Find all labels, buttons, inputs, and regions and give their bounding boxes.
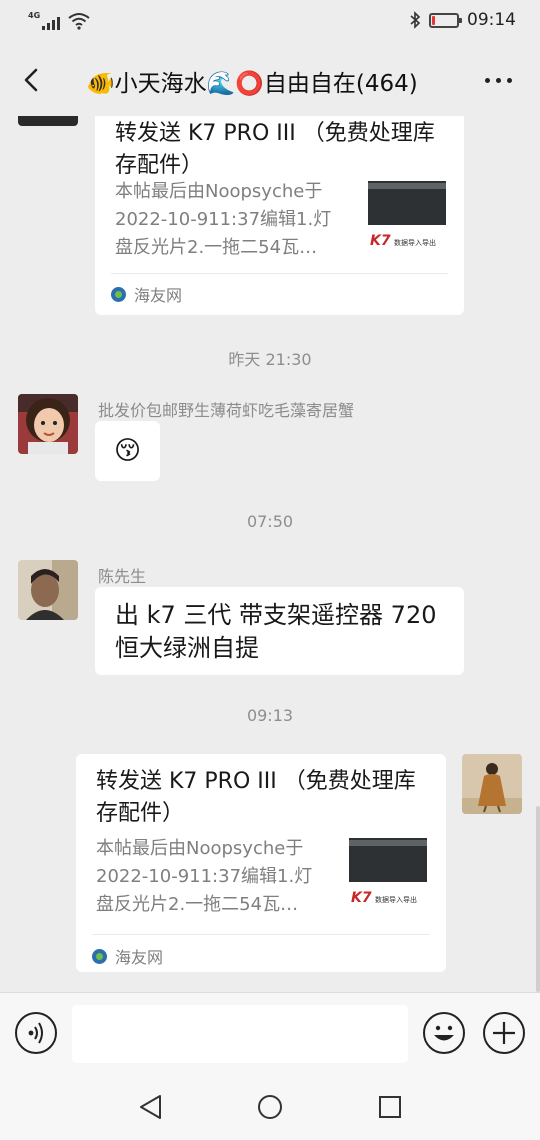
nav-back-button[interactable] xyxy=(136,1092,166,1122)
voice-icon xyxy=(28,1022,43,1044)
source-icon xyxy=(92,948,107,964)
input-bar xyxy=(0,992,540,1072)
voice-button[interactable] xyxy=(15,1012,57,1054)
sender-name: 陈先生 xyxy=(98,567,147,586)
man-avatar-image xyxy=(18,560,78,620)
card-source: 海友网 xyxy=(92,944,163,968)
message-input[interactable] xyxy=(72,1005,408,1063)
status-right: 09:14 xyxy=(409,10,516,30)
avatar[interactable] xyxy=(18,560,78,620)
status-bar: 4G 09:14 xyxy=(0,0,540,44)
signal-icon xyxy=(42,14,61,30)
card-description: 本帖最后由Noopsyche于 2022-10-911:37编辑1.灯 盘反光片… xyxy=(96,838,313,915)
nav-recents-icon xyxy=(379,1096,401,1118)
nav-recents-button[interactable] xyxy=(375,1092,405,1122)
plus-icon xyxy=(493,1022,515,1044)
avatar[interactable] xyxy=(462,754,522,814)
avatar[interactable] xyxy=(18,394,78,454)
avatar[interactable] xyxy=(18,116,78,126)
link-card[interactable]: 转发送 K7 PRO III （免费处理库存配件） 本帖最后由Noopsyche… xyxy=(76,754,446,972)
nav-home-button[interactable] xyxy=(255,1092,285,1122)
network-type: 4G xyxy=(28,11,41,20)
nav-back-icon xyxy=(140,1095,161,1119)
emoji-button[interactable] xyxy=(423,1012,465,1054)
card-title: 转发送 K7 PRO III （免费处理库存配件） xyxy=(96,769,416,826)
chat-area[interactable]: 转发送 K7 PRO III （免费处理库存配件） 本帖最后由Noopsyche… xyxy=(0,116,540,992)
source-icon xyxy=(111,286,126,302)
message-bubble[interactable]: 出 k7 三代 带支架遥控器 720 恒大绿洲自提 xyxy=(95,587,464,675)
timestamp: 昨天 21:30 xyxy=(228,350,312,369)
back-button[interactable] xyxy=(14,62,48,98)
status-time: 09:14 xyxy=(467,10,516,30)
chat-header: 🐠小天海水🌊⭕自由自在(464) xyxy=(0,44,540,116)
card-thumbnail: K7 数据导入导出 xyxy=(368,181,446,259)
card-thumbnail: K7 数据导入导出 xyxy=(349,838,427,916)
status-left: 4G xyxy=(28,11,90,30)
child-avatar-image xyxy=(18,394,78,454)
card-description: 本帖最后由Noopsyche于 2022-10-911:37编辑1.灯 盘反光片… xyxy=(115,181,332,258)
card-title: 转发送 K7 PRO III （免费处理库存配件） xyxy=(115,121,435,178)
emoji-icon xyxy=(434,1025,454,1041)
message-bubble[interactable]: 😚 xyxy=(95,421,160,481)
back-arrow-icon xyxy=(24,68,38,92)
nav-home-icon xyxy=(258,1095,282,1119)
bluetooth-icon xyxy=(410,11,421,29)
page-title: 🐠小天海水🌊⭕自由自在(464) xyxy=(86,71,418,97)
plus-button[interactable] xyxy=(483,1012,525,1054)
card-divider xyxy=(111,273,448,274)
timestamp: 09:13 xyxy=(246,706,294,725)
woman-avatar-image xyxy=(462,754,522,814)
timestamp: 07:50 xyxy=(246,512,294,531)
sender-name: 批发价包邮野生薄荷虾吃毛藻寄居蟹 xyxy=(98,401,355,420)
message-text: 出 k7 三代 带支架遥控器 720 恒大绿洲自提 xyxy=(115,601,437,662)
link-card[interactable]: 转发送 K7 PRO III （免费处理库存配件） 本帖最后由Noopsyche… xyxy=(95,116,464,315)
navigation-bar xyxy=(0,1072,540,1140)
scrollbar[interactable] xyxy=(536,806,540,992)
message-text: 😚 xyxy=(113,436,142,466)
more-button[interactable] xyxy=(476,70,520,90)
battery-icon xyxy=(429,12,462,28)
card-divider xyxy=(92,934,430,935)
card-source: 海友网 xyxy=(111,282,182,306)
battery-level xyxy=(432,15,435,25)
more-dots-icon xyxy=(484,77,490,83)
wifi-icon xyxy=(68,13,90,30)
